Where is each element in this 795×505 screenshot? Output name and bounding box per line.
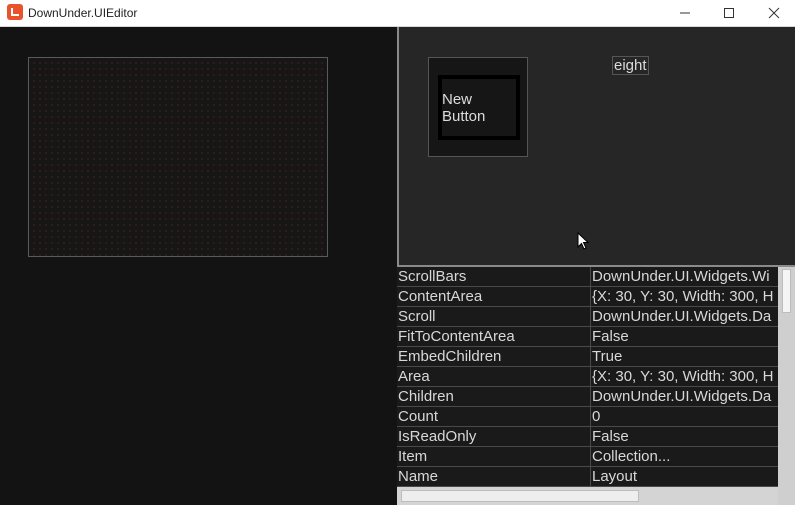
layout-canvas[interactable]: [28, 57, 328, 257]
close-button[interactable]: [751, 0, 795, 26]
property-name: EmbedChildren: [398, 348, 502, 365]
property-value[interactable]: DownUnder.UI.Widgets.Da: [590, 387, 778, 406]
property-value[interactable]: Collection...: [590, 447, 778, 466]
close-icon: [768, 7, 780, 19]
button-widget-container[interactable]: New Button: [428, 57, 528, 157]
property-row[interactable]: Count 0: [397, 407, 778, 427]
property-row[interactable]: Children DownUnder.UI.Widgets.Da: [397, 387, 778, 407]
property-name: Name: [398, 468, 439, 485]
property-row[interactable]: IsReadOnly False: [397, 427, 778, 447]
minimize-icon: [680, 12, 690, 14]
property-row[interactable]: ContentArea {X: 30, Y: 30, Width: 300, H: [397, 287, 778, 307]
preview-pane: New Button eight: [399, 27, 795, 267]
property-row[interactable]: FitToContentArea False: [397, 327, 778, 347]
property-row[interactable]: Name Layout: [397, 467, 778, 487]
property-value[interactable]: True: [590, 347, 778, 366]
new-button[interactable]: New Button: [438, 75, 520, 140]
property-name: FitToContentArea: [398, 328, 515, 345]
property-row[interactable]: Item Collection...: [397, 447, 778, 467]
label-widget[interactable]: eight: [612, 56, 649, 75]
property-value[interactable]: DownUnder.UI.Widgets.Wi: [590, 267, 778, 286]
horizontal-scroll-thumb[interactable]: [401, 490, 639, 502]
property-name: Count: [398, 408, 439, 425]
app-logo-icon: [7, 4, 23, 20]
property-value[interactable]: 0: [590, 407, 778, 426]
property-name: Children: [398, 388, 454, 405]
property-value[interactable]: False: [590, 427, 778, 446]
vertical-scroll-thumb[interactable]: [782, 269, 791, 313]
property-row[interactable]: Scroll DownUnder.UI.Widgets.Da: [397, 307, 778, 327]
property-value[interactable]: Layout: [590, 467, 778, 486]
property-row[interactable]: ScrollBars DownUnder.UI.Widgets.Wi: [397, 267, 778, 287]
property-row[interactable]: Area {X: 30, Y: 30, Width: 300, H: [397, 367, 778, 387]
property-name: IsReadOnly: [398, 428, 477, 445]
mouse-pointer-icon: [577, 232, 589, 250]
property-value[interactable]: {X: 30, Y: 30, Width: 300, H: [590, 287, 778, 306]
property-name: Item: [398, 448, 428, 465]
property-value[interactable]: False: [590, 327, 778, 346]
property-value[interactable]: DownUnder.UI.Widgets.Da: [590, 307, 778, 326]
minimize-button[interactable]: [662, 0, 708, 26]
property-name: Scroll: [398, 308, 436, 325]
maximize-button[interactable]: [706, 0, 752, 26]
maximize-icon: [724, 8, 734, 18]
editor-pane: [0, 27, 398, 505]
property-row[interactable]: EmbedChildren True: [397, 347, 778, 367]
window-title: DownUnder.UIEditor: [28, 6, 138, 20]
property-name: Area: [398, 368, 430, 385]
property-value[interactable]: {X: 30, Y: 30, Width: 300, H: [590, 367, 778, 386]
property-name: ContentArea: [398, 288, 483, 305]
vertical-scrollbar[interactable]: [778, 267, 795, 505]
property-grid: ScrollBars DownUnder.UI.Widgets.Wi Conten…: [397, 267, 778, 487]
horizontal-scrollbar[interactable]: [397, 487, 778, 505]
title-bar: DownUnder.UIEditor: [0, 0, 795, 27]
property-name: ScrollBars: [398, 268, 467, 285]
